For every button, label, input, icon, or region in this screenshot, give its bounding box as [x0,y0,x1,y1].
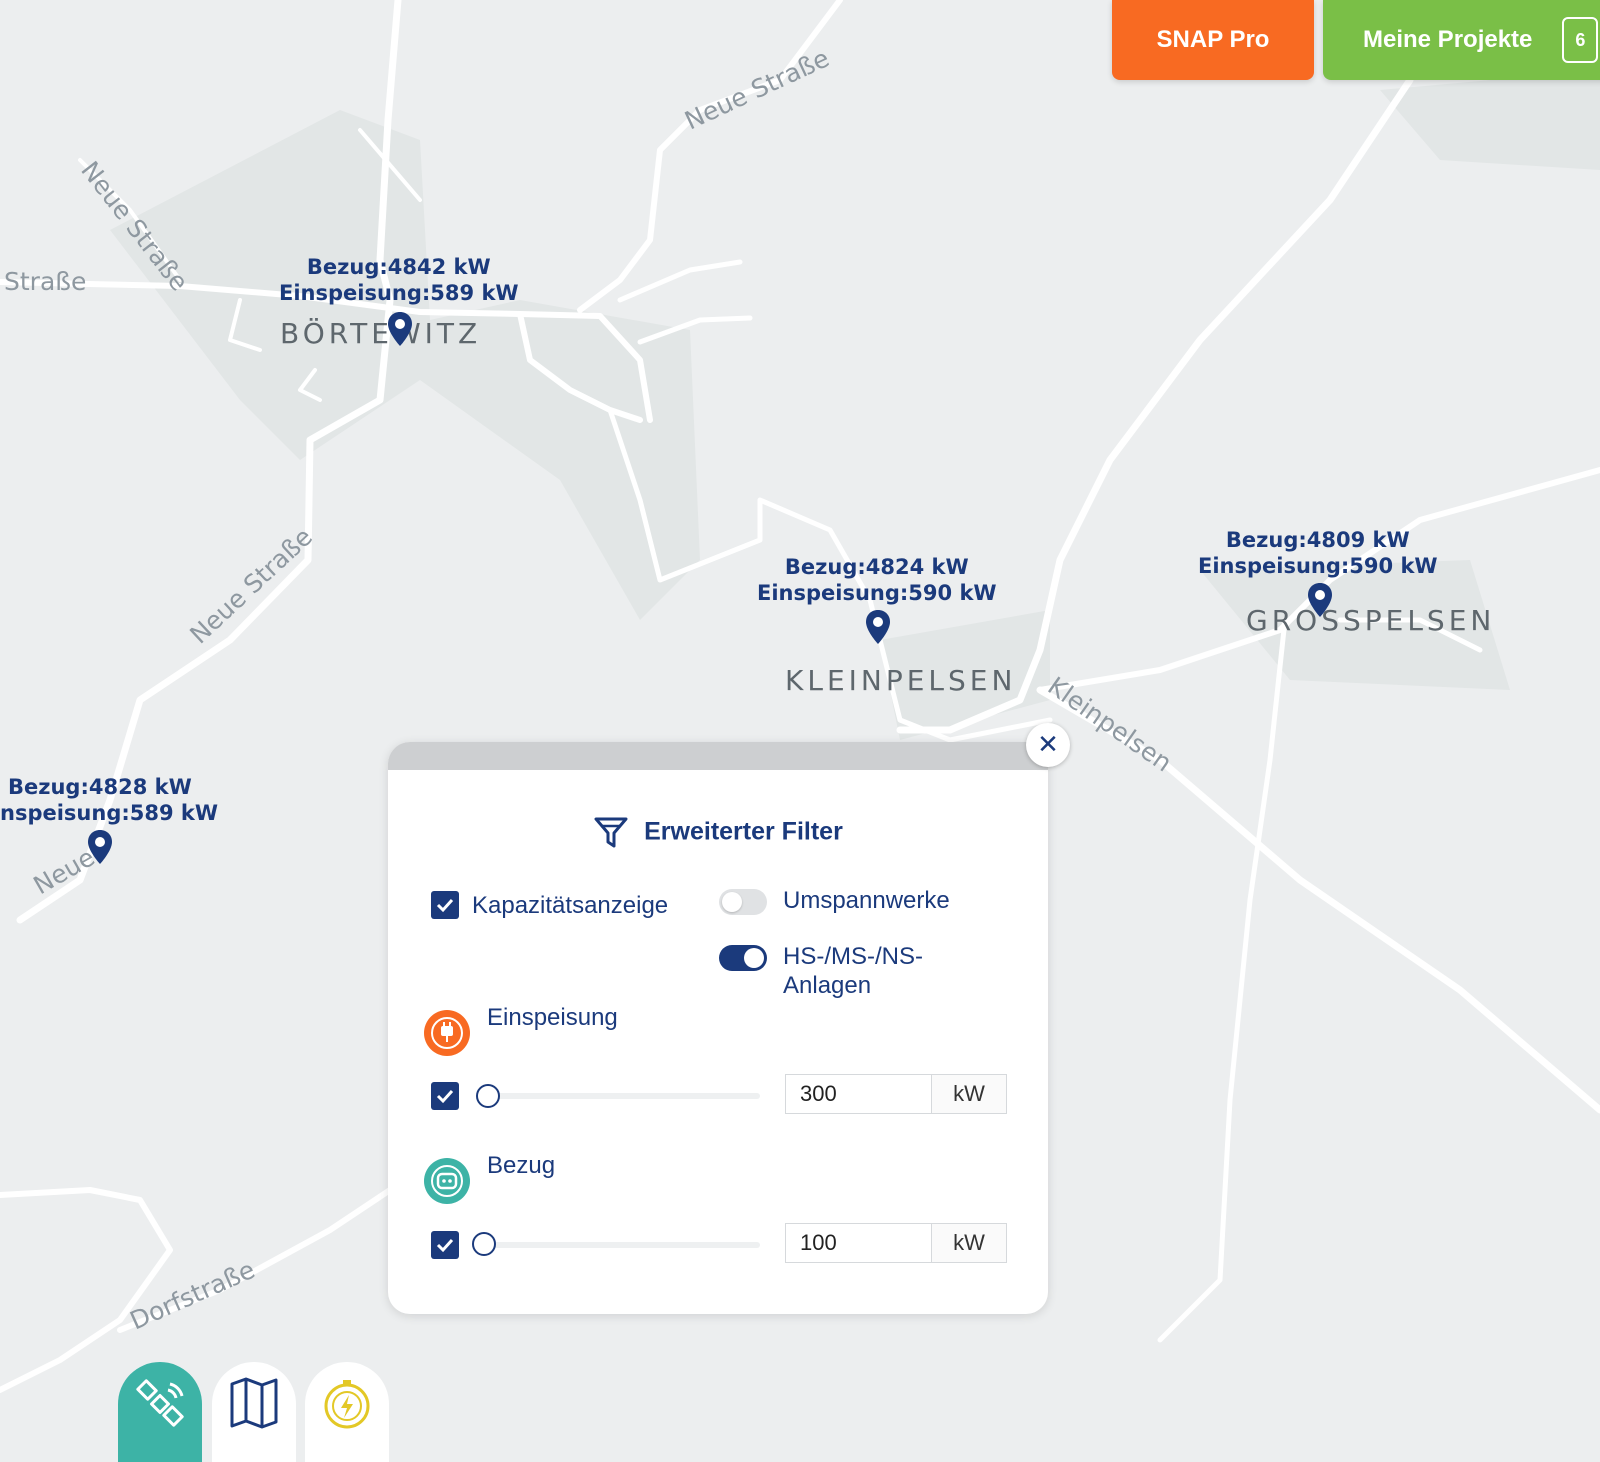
toggle-knob [744,948,764,968]
marker-einspeisung: Einspeisung:590 kW [757,581,997,605]
umspannwerke-toggle[interactable] [719,889,767,915]
location-pin-icon[interactable] [1308,583,1332,617]
einspeisung-label: Einspeisung [487,1004,618,1031]
street-label: Neue Straße [680,43,833,135]
satellite-icon [136,1379,184,1427]
checkmark-icon [436,1238,454,1253]
checkmark-icon [436,898,454,913]
location-pin-icon[interactable] [88,830,112,864]
projects-count-badge: 6 [1562,17,1599,63]
toggle-knob [722,892,742,912]
marker-label-west: Bezug:4828 kW nspeisung:589 kW [0,774,218,826]
einspeisung-value[interactable]: 300 [786,1075,932,1113]
umspannwerke-label: Umspannwerke [783,887,950,914]
my-projects-button[interactable]: Meine Projekte 6 [1323,0,1600,80]
satellite-mode-button[interactable] [118,1362,202,1462]
projects-count: 6 [1575,29,1586,50]
street-label: Neue Straße [184,522,318,649]
marker-bezug: Bezug:4809 kW [1225,528,1410,552]
einspeisung-input[interactable]: 300 kW [785,1074,1007,1114]
anlagen-toggle[interactable] [719,945,767,971]
close-icon: ✕ [1037,730,1059,760]
bezug-value[interactable]: 100 [786,1224,932,1262]
snap-pro-button[interactable]: SNAP Pro [1112,0,1314,80]
marker-label-boertewitz: Bezug:4842 kW Einspeisung:589 kW [279,254,519,306]
bezug-label: Bezug [487,1152,556,1179]
einspeisung-slider-handle[interactable] [476,1084,500,1108]
bezug-unit: kW [932,1224,1006,1262]
place-label: BÖRTEWITZ [280,316,481,350]
marker-bezug: Bezug:4824 kW [784,555,969,579]
location-pin-icon[interactable] [866,610,890,644]
map-icon [230,1377,278,1429]
street-label: Straße [4,267,86,296]
close-filter-button[interactable]: ✕ [1026,723,1070,767]
einspeisung-checkbox[interactable] [431,1082,459,1110]
marker-einspeisung: nspeisung:589 kW [0,801,219,825]
bezug-slider-handle[interactable] [472,1232,496,1256]
einspeisung-slider[interactable] [488,1093,760,1099]
marker-bezug: Bezug:4828 kW [8,775,192,799]
marker-einspeisung: Einspeisung:589 kW [279,281,519,305]
anlagen-label: HS-/MS-/NS-Anlagen [783,943,923,999]
bezug-socket-icon [424,1158,470,1204]
street-label: Dorfstraße [126,1255,259,1336]
kapazitaet-label: Kapazitätsanzeige [472,892,669,919]
panel-title-text: Erweiterter Filter [644,817,843,846]
checkmark-icon [436,1089,454,1104]
marker-einspeisung: Einspeisung:590 kW [1198,554,1438,578]
advanced-filter-panel: Erweiterter Filter Kapazitätsanzeige Ums… [388,742,1048,1314]
filter-icon [594,817,628,848]
marker-bezug: Bezug:4842 kW [306,255,491,279]
kapazitaet-checkbox[interactable] [431,891,459,919]
place-label: GROSSPELSEN [1246,604,1495,637]
energy-icon [324,1380,370,1429]
energy-mode-button[interactable] [305,1362,389,1462]
street-label: Kleinpelsen [1043,671,1178,777]
bezug-slider[interactable] [484,1242,760,1248]
bezug-checkbox[interactable] [431,1231,459,1259]
my-projects-label: Meine Projekte [1363,26,1533,53]
panel-title: Erweiterter Filter [388,816,1048,850]
marker-label-grosspelsen: Bezug:4809 kW Einspeisung:590 kW [1198,527,1438,579]
place-label: KLEINPELSEN [785,664,1016,697]
marker-label-kleinpelsen: Bezug:4824 kW Einspeisung:590 kW [757,554,997,606]
snap-pro-label: SNAP Pro [1156,26,1270,53]
einspeisung-unit: kW [932,1075,1006,1113]
bezug-input[interactable]: 100 kW [785,1223,1007,1263]
einspeisung-plug-icon [424,1010,470,1056]
panel-drag-handle[interactable] [388,742,1048,770]
map-mode-button[interactable] [212,1362,296,1462]
location-pin-icon[interactable] [388,312,412,346]
